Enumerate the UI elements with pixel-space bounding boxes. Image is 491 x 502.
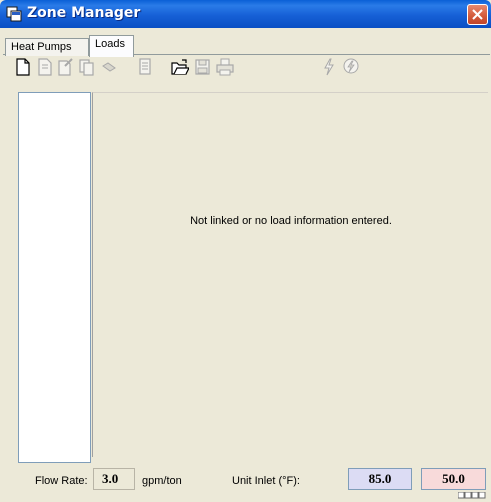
window-title: Zone Manager: [27, 5, 141, 21]
unit-inlet-label: Unit Inlet (°F):: [232, 475, 300, 487]
save-icon: [195, 59, 210, 75]
properties-button[interactable]: [136, 57, 154, 77]
print-icon: [216, 58, 234, 76]
resize-grip-icon[interactable]: [458, 492, 486, 500]
link-icon: [102, 62, 116, 72]
flow-rate-unit: gpm/ton: [142, 475, 182, 487]
lightning-icon: [324, 58, 334, 76]
unit-inlet-cooling-field[interactable]: 50.0: [421, 468, 486, 490]
lightning-circle-icon: [343, 58, 359, 74]
new-document-button[interactable]: [14, 57, 32, 77]
load-detail-pane: Not linked or no load information entere…: [92, 92, 488, 457]
properties-icon: [139, 58, 151, 75]
tab-heat-pumps[interactable]: Heat Pumps: [5, 38, 89, 56]
flow-rate-field[interactable]: 3.0: [93, 468, 135, 490]
app-icon: [6, 6, 22, 22]
status-message: Not linked or no load information entere…: [190, 215, 392, 227]
open-folder-icon: [171, 59, 190, 75]
edit-document-icon: [58, 58, 73, 76]
edit-document-button[interactable]: [56, 57, 74, 77]
save-button[interactable]: [194, 57, 212, 77]
print-button[interactable]: [216, 57, 234, 77]
lightning-circle-button[interactable]: [342, 57, 360, 77]
duplicate-document-icon: [79, 59, 94, 76]
zone-manager-window: Zone Manager Heat Pumps Loads Not linked…: [0, 0, 491, 502]
lightning-button[interactable]: [320, 57, 338, 77]
copy-document-button[interactable]: [36, 57, 54, 77]
title-bar[interactable]: Zone Manager: [0, 0, 491, 28]
copy-document-icon: [38, 58, 52, 76]
flow-rate-label: Flow Rate:: [35, 475, 88, 487]
duplicate-document-button[interactable]: [78, 57, 96, 77]
unit-inlet-heating-field[interactable]: 85.0: [348, 468, 412, 490]
close-icon: [472, 9, 483, 20]
tab-loads[interactable]: Loads: [89, 35, 134, 57]
footer-bar: Flow Rate: 3.0 gpm/ton Unit Inlet (°F): …: [0, 468, 491, 502]
load-list[interactable]: [18, 92, 91, 463]
open-button[interactable]: [171, 57, 190, 77]
new-document-icon: [16, 58, 30, 76]
link-button[interactable]: [100, 57, 118, 77]
close-button[interactable]: [467, 4, 488, 25]
